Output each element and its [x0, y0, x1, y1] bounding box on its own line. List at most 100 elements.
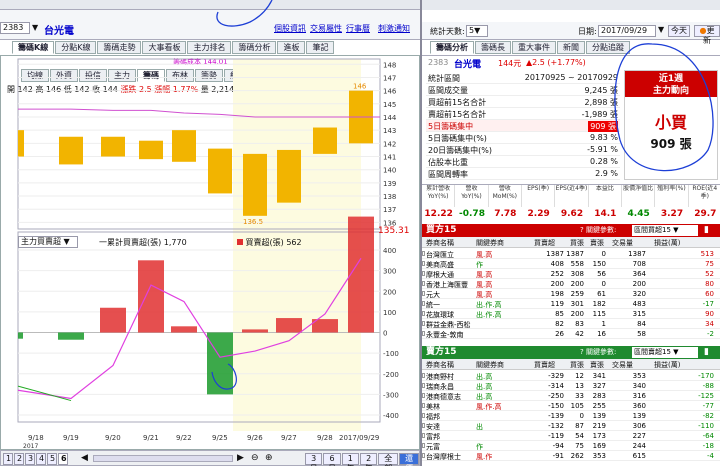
date-input[interactable]: 2017/09/29 [598, 25, 656, 37]
row-checkbox[interactable] [422, 271, 425, 276]
link-stock-info[interactable]: 個股資訊 [274, 23, 306, 34]
broker-col-header[interactable]: 損益(萬) [654, 360, 680, 370]
row-checkbox[interactable] [422, 311, 425, 316]
broker-col-header[interactable]: 賣張 [590, 360, 604, 370]
page-2-button[interactable]: 2 [14, 453, 24, 465]
scroll-right-icon[interactable]: ▶ [237, 453, 244, 463]
range-3m-button[interactable]: 3月 [305, 453, 323, 466]
link-trade-attr[interactable]: 交易屬性 [310, 23, 342, 34]
tab-right-events[interactable]: 重大事件 [512, 41, 556, 54]
zoom-out-icon[interactable]: ⊖ [251, 453, 259, 463]
range-all-button[interactable]: 全部 [378, 453, 399, 466]
row-checkbox[interactable] [422, 393, 425, 398]
tab-right-news[interactable]: 新聞 [557, 41, 585, 54]
broker-col-header[interactable]: 損益(萬) [654, 238, 680, 248]
broker-col-header[interactable]: 關鍵券商 [476, 238, 504, 248]
tab-right-chip[interactable]: 籌碼分析 [430, 41, 474, 54]
broker-row[interactable]: 港商德意志 出.高 -250 33 283 316 -125 [422, 391, 720, 401]
candle-body [243, 153, 267, 216]
broker-col-header[interactable]: 買賣超 [534, 238, 555, 248]
link-notify[interactable]: 刺激通知 [378, 23, 410, 34]
broker-col-header[interactable]: 交易量 [612, 360, 633, 370]
broker-row[interactable]: 群益金鼎-西松 82 83 1 84 34 [422, 319, 720, 329]
tab-notes[interactable]: 筆記 [306, 41, 335, 54]
sort-select[interactable]: 區間買超15 ▼ [632, 225, 698, 236]
broker-row[interactable]: 台灣摩根士 風.作 -91 262 353 615 -4 [422, 451, 720, 461]
sub-indicator-select[interactable]: 主力買賣超 ▼ [18, 236, 78, 248]
panel-toggle-icon[interactable]: ▮ [704, 346, 709, 359]
broker-row[interactable]: 香港上海匯豐 風.高 200 200 0 200 80 [422, 279, 720, 289]
broker-col-header[interactable]: 買張 [570, 238, 584, 248]
restore-price-button[interactable]: 還價 [399, 453, 419, 466]
row-checkbox[interactable] [422, 291, 425, 296]
broker-col-header[interactable]: 交易量 [612, 238, 633, 248]
row-checkbox[interactable] [422, 251, 425, 256]
row-checkbox[interactable] [422, 383, 425, 388]
tab-main-rank[interactable]: 主力排名 [187, 41, 232, 54]
link-calendar[interactable]: 行事曆 [346, 23, 370, 34]
broker-col-header[interactable]: 券商名稱 [426, 238, 454, 248]
row-checkbox[interactable] [422, 301, 425, 306]
broker-row[interactable]: 台灣匯立 風.高 1387 1387 0 1387 513 [422, 249, 720, 259]
broker-row[interactable]: 美商高盛作 408 558 150 708 75 [422, 259, 720, 269]
date-dropdown-icon[interactable]: ▼ [658, 25, 664, 34]
range-6m-button[interactable]: 6月 [323, 453, 341, 466]
row-checkbox[interactable] [422, 433, 425, 438]
broker-col-header[interactable]: 關鍵券商 [476, 360, 504, 370]
broker-row[interactable]: 港商野村 出.高 -329 12 341 353 -170 [422, 371, 720, 381]
broker-row[interactable]: 永豐金-敦南 26 42 16 58 -2 [422, 329, 720, 339]
broker-row[interactable]: 美林 風.作.高 -150 105 255 360 -77 [422, 401, 720, 411]
candle-body [277, 149, 301, 203]
broker-row[interactable]: 花旗環球 出.作.高 85 200 115 315 90 [422, 309, 720, 319]
range-2y-button[interactable]: 2年 [359, 453, 378, 466]
row-checkbox[interactable] [422, 281, 425, 286]
zoom-in-icon[interactable]: ⊕ [265, 453, 273, 463]
tab-chip-analysis[interactable]: 籌碼分析 [232, 41, 277, 54]
broker-row[interactable]: 元大 風.高 198 259 61 320 60 [422, 289, 720, 299]
today-button[interactable]: 今天 [668, 25, 690, 37]
row-checkbox[interactable] [422, 331, 425, 336]
tab-board[interactable]: 進板 [277, 41, 306, 54]
broker-row[interactable]: 摩根大通 風.高 252 308 56 364 52 [422, 269, 720, 279]
tab-chip-trend[interactable]: 籌碼走勢 [97, 41, 142, 54]
tab-right-branch[interactable]: 分點追蹤 [586, 41, 630, 54]
row-checkbox[interactable] [422, 261, 425, 266]
broker-row[interactable]: 福邦 -139 0 139 139 -82 [422, 411, 720, 421]
tab-right-length[interactable]: 籌碼長 [475, 41, 511, 54]
sort-select[interactable]: 區間賣超15 ▼ [632, 347, 698, 358]
chip-kline-chart[interactable]: 1481471461451441431421411401391381371364… [1, 56, 421, 451]
row-checkbox[interactable] [422, 413, 425, 418]
page-6-button[interactable]: 6 [58, 453, 68, 465]
row-checkbox[interactable] [422, 453, 425, 458]
broker-col-header[interactable]: 券商名稱 [426, 360, 454, 370]
page-3-button[interactable]: 3 [25, 453, 35, 465]
row-checkbox[interactable] [422, 423, 425, 428]
panel-toggle-icon[interactable]: ▮ [704, 224, 709, 237]
tab-chip-kline[interactable]: 籌碼K線 [12, 41, 55, 54]
broker-col-header[interactable]: 賣張 [590, 238, 604, 248]
broker-col-header[interactable]: 買賣超 [534, 360, 555, 370]
row-checkbox[interactable] [422, 443, 425, 448]
scrollbar[interactable] [93, 455, 233, 462]
scroll-left-icon[interactable]: ◀ [81, 453, 88, 463]
row-checkbox[interactable] [422, 321, 425, 326]
tab-events[interactable]: 大事看板 [142, 41, 187, 54]
row-checkbox[interactable] [422, 373, 425, 378]
broker-row[interactable]: 統一 出.作.高 119 301 182 483 -17 [422, 299, 720, 309]
broker-row[interactable]: 富邦 -119 54 173 227 -64 [422, 431, 720, 441]
page-1-button[interactable]: 1 [3, 453, 13, 465]
range-1y-button[interactable]: 1年 [341, 453, 359, 466]
page-5-button[interactable]: 5 [47, 453, 57, 465]
stock-code-select[interactable]: 2383 [0, 22, 30, 34]
broker-row[interactable]: 瑞商永昌 出.高 -314 13 327 340 -88 [422, 381, 720, 391]
broker-row[interactable]: 元富作 -94 75 169 244 -18 [422, 441, 720, 451]
tab-branch-kline[interactable]: 分點K線 [55, 41, 97, 54]
refresh-button[interactable]: ●更新 [694, 25, 720, 45]
broker-row[interactable]: 安達出 -132 87 219 306 -110 [422, 421, 720, 431]
page-4-button[interactable]: 4 [36, 453, 46, 465]
days-select[interactable]: 5▼ [466, 25, 488, 37]
broker-col-header[interactable]: 買張 [570, 360, 584, 370]
broker-cell: -17 [702, 300, 714, 308]
row-checkbox[interactable] [422, 403, 425, 408]
dropdown-arrow-icon[interactable]: ▼ [32, 23, 38, 32]
